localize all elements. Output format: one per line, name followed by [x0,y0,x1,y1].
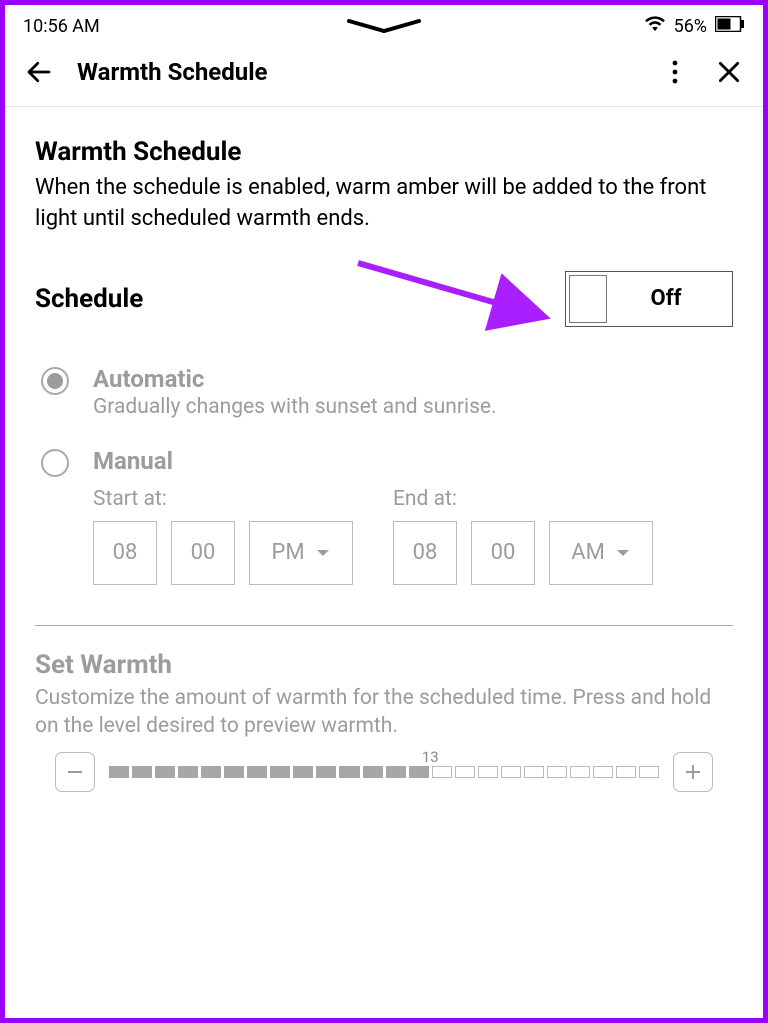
warmth-segment[interactable] [593,766,613,778]
app-bar: Warmth Schedule [5,44,763,107]
start-at-label: Start at: [93,487,353,511]
battery-icon [715,16,745,37]
close-button[interactable] [713,56,745,88]
warmth-segment[interactable] [132,766,152,778]
schedule-toggle[interactable]: Off [565,271,733,327]
plus-icon [684,763,702,781]
more-options-button[interactable] [659,56,691,88]
option-automatic[interactable]: Automatic Gradually changes with sunset … [41,365,733,419]
section-title: Warmth Schedule [35,137,733,167]
warmth-segment[interactable] [478,766,498,778]
manual-title: Manual [93,447,733,475]
section-description: When the schedule is enabled, warm amber… [35,173,733,235]
warmth-segment[interactable] [524,766,544,778]
warmth-segment[interactable] [247,766,267,778]
wifi-icon [644,15,666,38]
status-time: 10:56 AM [23,16,100,37]
warmth-segment[interactable] [224,766,244,778]
start-minute-input[interactable]: 00 [171,521,235,585]
chevron-down-icon [315,547,331,559]
end-minute-input[interactable]: 00 [471,521,535,585]
end-hour-input[interactable]: 08 [393,521,457,585]
warmth-segment[interactable] [363,766,383,778]
warmth-segment[interactable] [339,766,359,778]
automatic-title: Automatic [93,365,733,393]
automatic-desc: Gradually changes with sunset and sunris… [93,395,733,419]
warmth-segment[interactable] [570,766,590,778]
increase-warmth-button[interactable] [673,752,713,792]
warmth-segment[interactable] [109,766,129,778]
warmth-slider-track[interactable]: 13 [109,766,659,778]
warmth-slider[interactable]: 13 [35,752,733,792]
warmth-segment[interactable] [455,766,475,778]
end-at-label: End at: [393,487,653,511]
toggle-state-label: Off [610,286,732,311]
warmth-segment[interactable] [293,766,313,778]
warmth-segment[interactable] [155,766,175,778]
end-ampm-select[interactable]: AM [549,521,653,585]
decrease-warmth-button[interactable] [55,752,95,792]
warmth-segment[interactable] [270,766,290,778]
option-manual[interactable]: Manual Start at: 08 00 PM [41,447,733,585]
warmth-segment[interactable] [178,766,198,778]
pull-down-handle-icon[interactable] [344,17,424,37]
radio-manual[interactable] [41,449,69,477]
set-warmth-title: Set Warmth [35,650,733,680]
radio-automatic[interactable] [41,367,69,395]
page-title: Warmth Schedule [77,58,637,86]
warmth-segment[interactable] [201,766,221,778]
set-warmth-desc: Customize the amount of warmth for the s… [35,684,733,741]
start-ampm-select[interactable]: PM [249,521,353,585]
chevron-down-icon [615,547,631,559]
warmth-segment[interactable] [386,766,406,778]
divider [35,625,733,626]
schedule-label: Schedule [35,284,143,314]
warmth-segment[interactable] [432,766,452,778]
warmth-segment[interactable] [639,766,659,778]
warmth-segment[interactable] [616,766,636,778]
warmth-value-label: 13 [422,748,439,766]
warmth-segment[interactable] [547,766,567,778]
battery-percent: 56% [674,16,707,37]
warmth-segment[interactable] [409,766,429,778]
start-hour-input[interactable]: 08 [93,521,157,585]
warmth-segment[interactable] [501,766,521,778]
back-button[interactable] [23,56,55,88]
toggle-knob [569,275,607,323]
minus-icon [66,763,84,781]
warmth-segment[interactable] [316,766,336,778]
